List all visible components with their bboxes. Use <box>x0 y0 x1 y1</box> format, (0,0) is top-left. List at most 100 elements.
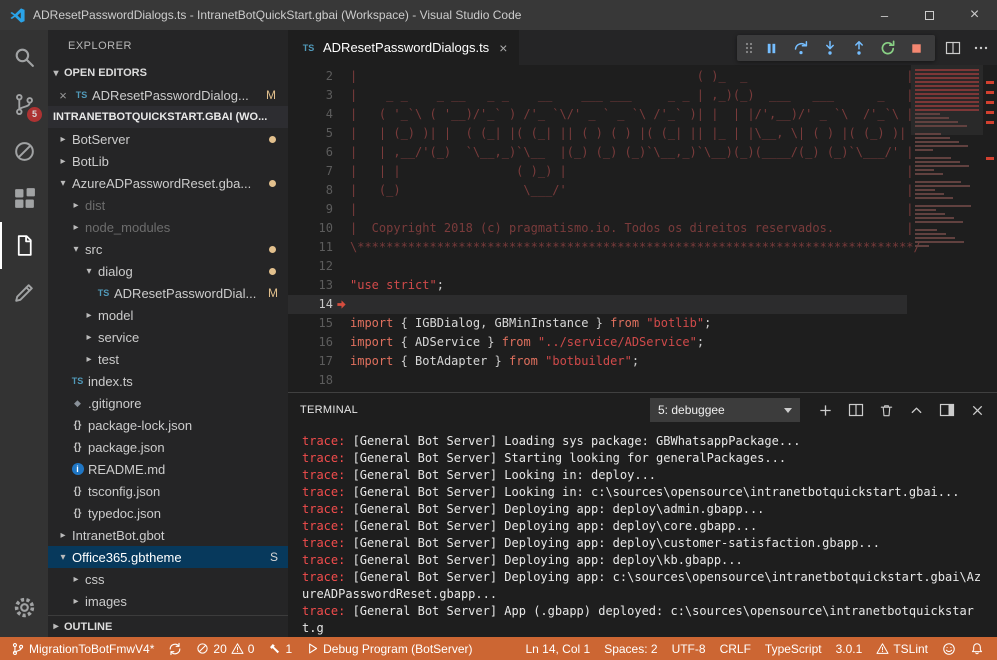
kill-terminal-icon[interactable] <box>879 403 894 418</box>
extensions-icon[interactable] <box>0 175 48 222</box>
stop-button[interactable] <box>903 36 930 60</box>
split-editor-icon[interactable] <box>945 40 961 56</box>
outline-header[interactable]: ▸ OUTLINE <box>48 615 288 637</box>
tree-item-images[interactable]: ▸images <box>48 590 288 612</box>
step-into-button[interactable] <box>816 36 843 60</box>
code-line[interactable]: 11\*************************************… <box>288 238 907 257</box>
code-line[interactable]: 14 <box>288 295 907 314</box>
tree-item-package-lock-json[interactable]: {}package-lock.json <box>48 414 288 436</box>
tree-item-adresetpassworddial-[interactable]: TSADResetPasswordDial...M <box>48 282 288 304</box>
status-encoding[interactable]: UTF-8 <box>665 637 713 660</box>
status-language[interactable]: TypeScript <box>758 637 829 660</box>
code-line[interactable]: 7| | | ( )_) | | <box>288 162 907 181</box>
new-terminal-icon[interactable] <box>818 403 833 418</box>
close-button[interactable]: × <box>952 0 997 30</box>
terminal-header: TERMINAL 5: debuggee <box>288 393 997 427</box>
tree-item-typedoc-json[interactable]: {}typedoc.json <box>48 502 288 524</box>
tab-close-icon[interactable]: × <box>499 40 507 56</box>
step-out-button[interactable] <box>845 36 872 60</box>
edit-icon[interactable] <box>0 269 48 316</box>
code-line[interactable]: 10| Copyright 2018 (c) pragmatismo.io. T… <box>288 219 907 238</box>
status-cursor-position[interactable]: Ln 14, Col 1 <box>518 637 597 660</box>
code-line[interactable]: 3| _ _ _ __ _ _ __ ___ ___ _ _ | ,_)(_) … <box>288 86 907 105</box>
search-icon[interactable] <box>0 34 48 81</box>
code-line[interactable]: 17import { BotAdapter } from "botbuilder… <box>288 352 907 371</box>
panel-position-icon[interactable] <box>939 402 955 418</box>
close-icon[interactable]: × <box>56 88 70 103</box>
code-line[interactable]: 6| | ,__/'(_) `\__,_)`\__ |(_) (_) (_)`\… <box>288 143 907 162</box>
source-control-icon[interactable]: 5 <box>0 81 48 128</box>
tree-item-model[interactable]: ▸model <box>48 304 288 326</box>
code-line[interactable]: 8| (_) \___/' | <box>288 181 907 200</box>
tree-item-node-modules[interactable]: ▸node_modules <box>48 216 288 238</box>
tree-item-office365-gbtheme[interactable]: ▾Office365.gbthemeS <box>48 546 288 568</box>
tree-item-dialog[interactable]: ▾dialog <box>48 260 288 282</box>
tree-item-label: .gitignore <box>88 396 141 411</box>
restart-button[interactable] <box>874 36 901 60</box>
json-file-icon: {} <box>69 508 86 519</box>
more-actions-icon[interactable] <box>973 40 989 56</box>
tree-item-dist[interactable]: ▸dist <box>48 194 288 216</box>
status-sync[interactable] <box>161 637 189 660</box>
code-line[interactable]: 4| ( '_`\ ( '__)/'_` ) /'_ `\/' _ ` _ `\… <box>288 105 907 124</box>
code-line[interactable]: 15import { IGBDialog, GBMinInstance } fr… <box>288 314 907 333</box>
status-git-branch[interactable]: MigrationToBotFmwV4* <box>4 637 161 660</box>
status-label: CRLF <box>720 642 751 656</box>
tab-terminal[interactable]: TERMINAL <box>300 404 358 416</box>
terminal-line: trace: [General Bot Server] Looking in: … <box>302 467 983 484</box>
tree-item-tsconfig-json[interactable]: {}tsconfig.json <box>48 480 288 502</box>
workspace-section-header[interactable]: INTRANETBOTQUICKSTART.GBAI (WO... <box>48 106 288 128</box>
status-tasks[interactable]: 1 <box>261 637 299 660</box>
tree-item--gitignore[interactable]: ◆.gitignore <box>48 392 288 414</box>
tree-item-intranetbot-gbot[interactable]: ▸IntranetBot.gbot <box>48 524 288 546</box>
status-tslint[interactable]: TSLint <box>869 637 935 660</box>
tree-item-index-ts[interactable]: TSindex.ts <box>48 370 288 392</box>
tree-item-package-json[interactable]: {}package.json <box>48 436 288 458</box>
tree-item-test[interactable]: ▸test <box>48 348 288 370</box>
tree-item-readme-md[interactable]: iREADME.md <box>48 458 288 480</box>
split-terminal-icon[interactable] <box>848 402 864 418</box>
close-panel-icon[interactable] <box>970 403 985 418</box>
tree-item-botserver[interactable]: ▸BotServer <box>48 128 288 150</box>
drag-handle-icon[interactable] <box>742 36 756 60</box>
code-line[interactable]: 16import { ADService } from "../service/… <box>288 333 907 352</box>
settings-gear-icon[interactable] <box>0 584 48 631</box>
minimize-button[interactable]: – <box>862 0 907 30</box>
code-line[interactable]: 5| | (_) )| | ( (_| |( (_| || ( ) ( ) |(… <box>288 124 907 143</box>
tree-item-src[interactable]: ▾src <box>48 238 288 260</box>
code-line[interactable]: 12 <box>288 257 907 276</box>
code-editor[interactable]: 2| ( )_ _ |3| _ _ _ __ _ _ __ ___ ___ _ … <box>288 65 997 392</box>
step-over-button[interactable] <box>787 36 814 60</box>
tree-item-service[interactable]: ▸service <box>48 326 288 348</box>
status-problems[interactable]: 200 <box>189 637 261 660</box>
status-indentation[interactable]: Spaces: 2 <box>597 637 664 660</box>
tree-item-botlib[interactable]: ▸BotLib <box>48 150 288 172</box>
explorer-icon[interactable] <box>0 222 48 269</box>
terminal-output[interactable]: trace: [General Bot Server] Loading sys … <box>288 427 997 637</box>
maximize-button[interactable] <box>907 0 952 30</box>
code-line[interactable]: 13"use strict"; <box>288 276 907 295</box>
code-line[interactable]: 18 <box>288 371 907 390</box>
tab-adresetpassworddialogs[interactable]: TS ADResetPasswordDialogs.ts × <box>288 30 519 65</box>
tree-item-azureadpasswordreset-gba-[interactable]: ▾AzureADPasswordReset.gba... <box>48 172 288 194</box>
status-notifications[interactable] <box>963 637 991 660</box>
minimap[interactable] <box>911 65 983 392</box>
status-debug-program[interactable]: Debug Program (BotServer) <box>299 637 479 660</box>
status-feedback[interactable] <box>935 637 963 660</box>
terminal-selector[interactable]: 5: debuggee <box>650 398 800 422</box>
maximize-panel-icon[interactable] <box>909 403 924 418</box>
git-branch-icon <box>11 642 25 656</box>
debug-icon[interactable] <box>0 128 48 175</box>
code-line[interactable]: 2| ( )_ _ | <box>288 67 907 86</box>
status-label: 3.0.1 <box>836 642 863 656</box>
tree-item-label: dialog <box>98 264 133 279</box>
code-line[interactable]: 9| | <box>288 200 907 219</box>
tree-item-label: tsconfig.json <box>88 484 160 499</box>
status-ts-version[interactable]: 3.0.1 <box>829 637 870 660</box>
tree-item-css[interactable]: ▸css <box>48 568 288 590</box>
open-editor-item[interactable]: × TS ADResetPasswordDialog... M <box>48 84 288 106</box>
line-number: 6 <box>288 143 350 162</box>
pause-button[interactable] <box>758 36 785 60</box>
open-editors-header[interactable]: ▾ OPEN EDITORS <box>48 62 288 84</box>
status-eol[interactable]: CRLF <box>713 637 758 660</box>
